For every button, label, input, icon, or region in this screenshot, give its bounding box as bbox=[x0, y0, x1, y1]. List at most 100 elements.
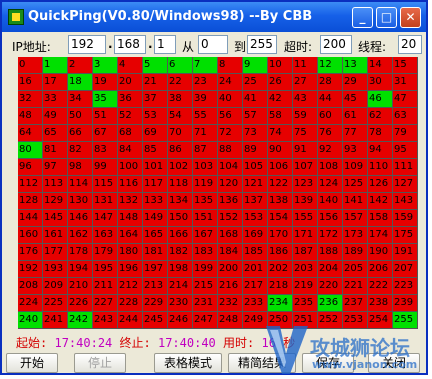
ip-cell-no-response[interactable]: 166 bbox=[168, 227, 193, 244]
ip-cell-no-response[interactable]: 254 bbox=[368, 312, 393, 329]
threads-input[interactable]: 20 bbox=[398, 35, 422, 54]
ip-cell-no-response[interactable]: 124 bbox=[318, 176, 343, 193]
ip-cell-no-response[interactable]: 253 bbox=[343, 312, 368, 329]
ip-cell-no-response[interactable]: 59 bbox=[293, 108, 318, 125]
ip-cell-no-response[interactable]: 190 bbox=[368, 244, 393, 261]
ip-cell-no-response[interactable]: 65 bbox=[43, 125, 68, 142]
ip-cell-no-response[interactable]: 16 bbox=[18, 74, 43, 91]
ip-cell-no-response[interactable]: 70 bbox=[168, 125, 193, 142]
ip-cell-no-response[interactable]: 47 bbox=[393, 91, 418, 108]
ip-cell-responding[interactable]: 242 bbox=[68, 312, 93, 329]
ip-cell-no-response[interactable]: 119 bbox=[193, 176, 218, 193]
ip-cell-no-response[interactable]: 62 bbox=[368, 108, 393, 125]
ip-cell-no-response[interactable]: 252 bbox=[318, 312, 343, 329]
ip-cell-responding[interactable]: 18 bbox=[68, 74, 93, 91]
ip-cell-responding[interactable]: 240 bbox=[18, 312, 43, 329]
ip-cell-no-response[interactable]: 213 bbox=[143, 278, 168, 295]
ip-cell-no-response[interactable]: 63 bbox=[393, 108, 418, 125]
ip-cell-no-response[interactable]: 33 bbox=[43, 91, 68, 108]
ip-cell-no-response[interactable]: 193 bbox=[43, 261, 68, 278]
ip-cell-no-response[interactable]: 238 bbox=[368, 295, 393, 312]
ip-cell-no-response[interactable]: 34 bbox=[68, 91, 93, 108]
ip-cell-no-response[interactable]: 152 bbox=[218, 210, 243, 227]
ip-cell-no-response[interactable]: 113 bbox=[43, 176, 68, 193]
ip-cell-responding[interactable]: 80 bbox=[18, 142, 43, 159]
ip-cell-no-response[interactable]: 229 bbox=[143, 295, 168, 312]
ip-cell-no-response[interactable]: 216 bbox=[218, 278, 243, 295]
ip-cell-no-response[interactable]: 27 bbox=[293, 74, 318, 91]
ip-cell-no-response[interactable]: 88 bbox=[218, 142, 243, 159]
ip-cell-no-response[interactable]: 14 bbox=[368, 57, 393, 74]
ip-cell-no-response[interactable]: 67 bbox=[93, 125, 118, 142]
ip-cell-no-response[interactable]: 26 bbox=[268, 74, 293, 91]
ip-cell-no-response[interactable]: 250 bbox=[268, 312, 293, 329]
ip-cell-responding[interactable]: 236 bbox=[318, 295, 343, 312]
ip-cell-no-response[interactable]: 17 bbox=[43, 74, 68, 91]
maximize-button[interactable]: □ bbox=[376, 7, 397, 28]
ip-cell-no-response[interactable]: 20 bbox=[118, 74, 143, 91]
ip-cell-responding[interactable]: 255 bbox=[393, 312, 418, 329]
ip-cell-no-response[interactable]: 81 bbox=[43, 142, 68, 159]
ip-cell-no-response[interactable]: 87 bbox=[193, 142, 218, 159]
ip-cell-no-response[interactable]: 233 bbox=[243, 295, 268, 312]
ip-cell-no-response[interactable]: 219 bbox=[293, 278, 318, 295]
ip-cell-no-response[interactable]: 107 bbox=[293, 159, 318, 176]
ip-cell-no-response[interactable]: 114 bbox=[68, 176, 93, 193]
ip-cell-no-response[interactable]: 38 bbox=[168, 91, 193, 108]
ip-cell-no-response[interactable]: 48 bbox=[18, 108, 43, 125]
ip-cell-no-response[interactable]: 77 bbox=[343, 125, 368, 142]
ip-cell-no-response[interactable]: 159 bbox=[393, 210, 418, 227]
ip-cell-no-response[interactable]: 21 bbox=[143, 74, 168, 91]
ip-cell-no-response[interactable]: 75 bbox=[293, 125, 318, 142]
ip-cell-no-response[interactable]: 49 bbox=[43, 108, 68, 125]
ip-cell-no-response[interactable]: 179 bbox=[93, 244, 118, 261]
ip-cell-no-response[interactable]: 208 bbox=[18, 278, 43, 295]
ip-cell-responding[interactable]: 1 bbox=[43, 57, 68, 74]
ip-cell-no-response[interactable]: 131 bbox=[93, 193, 118, 210]
close-button[interactable]: 关闭 bbox=[368, 353, 420, 373]
ip-cell-no-response[interactable]: 31 bbox=[393, 74, 418, 91]
ip-cell-no-response[interactable]: 30 bbox=[368, 74, 393, 91]
ip-cell-no-response[interactable]: 84 bbox=[118, 142, 143, 159]
ip-cell-no-response[interactable]: 54 bbox=[168, 108, 193, 125]
ip-cell-no-response[interactable]: 53 bbox=[143, 108, 168, 125]
ip-cell-no-response[interactable]: 96 bbox=[18, 159, 43, 176]
ip-cell-no-response[interactable]: 232 bbox=[218, 295, 243, 312]
ip-cell-no-response[interactable]: 180 bbox=[118, 244, 143, 261]
ip-cell-no-response[interactable]: 116 bbox=[118, 176, 143, 193]
ip-cell-no-response[interactable]: 86 bbox=[168, 142, 193, 159]
ip-cell-responding[interactable]: 9 bbox=[243, 57, 268, 74]
ip-cell-responding[interactable]: 35 bbox=[93, 91, 118, 108]
ip-cell-no-response[interactable]: 169 bbox=[243, 227, 268, 244]
ip-cell-no-response[interactable]: 79 bbox=[393, 125, 418, 142]
ip-cell-no-response[interactable]: 192 bbox=[18, 261, 43, 278]
close-window-button[interactable]: ✕ bbox=[400, 7, 421, 28]
ip-cell-no-response[interactable]: 200 bbox=[218, 261, 243, 278]
ip-cell-no-response[interactable]: 251 bbox=[293, 312, 318, 329]
ip-cell-no-response[interactable]: 125 bbox=[343, 176, 368, 193]
ip-cell-no-response[interactable]: 19 bbox=[93, 74, 118, 91]
ip-cell-no-response[interactable]: 148 bbox=[118, 210, 143, 227]
ip-cell-no-response[interactable]: 127 bbox=[393, 176, 418, 193]
ip-cell-no-response[interactable]: 106 bbox=[268, 159, 293, 176]
ip-cell-no-response[interactable]: 228 bbox=[118, 295, 143, 312]
ip-cell-no-response[interactable]: 45 bbox=[343, 91, 368, 108]
ip-cell-no-response[interactable]: 74 bbox=[268, 125, 293, 142]
ip-cell-no-response[interactable]: 132 bbox=[118, 193, 143, 210]
ip-cell-no-response[interactable]: 163 bbox=[93, 227, 118, 244]
ip-cell-no-response[interactable]: 10 bbox=[268, 57, 293, 74]
ip-cell-no-response[interactable]: 171 bbox=[293, 227, 318, 244]
ip-cell-no-response[interactable]: 98 bbox=[68, 159, 93, 176]
ip-cell-no-response[interactable]: 191 bbox=[393, 244, 418, 261]
ip-cell-no-response[interactable]: 115 bbox=[93, 176, 118, 193]
ip-cell-no-response[interactable]: 37 bbox=[143, 91, 168, 108]
ip-cell-no-response[interactable]: 90 bbox=[268, 142, 293, 159]
ip-cell-no-response[interactable]: 42 bbox=[268, 91, 293, 108]
timeout-input[interactable]: 200 bbox=[320, 35, 352, 54]
ip-cell-responding[interactable]: 234 bbox=[268, 295, 293, 312]
ip-cell-no-response[interactable]: 128 bbox=[18, 193, 43, 210]
ip-cell-no-response[interactable]: 138 bbox=[268, 193, 293, 210]
ip-cell-no-response[interactable]: 76 bbox=[318, 125, 343, 142]
ip-cell-no-response[interactable]: 15 bbox=[393, 57, 418, 74]
ip-cell-no-response[interactable]: 211 bbox=[93, 278, 118, 295]
